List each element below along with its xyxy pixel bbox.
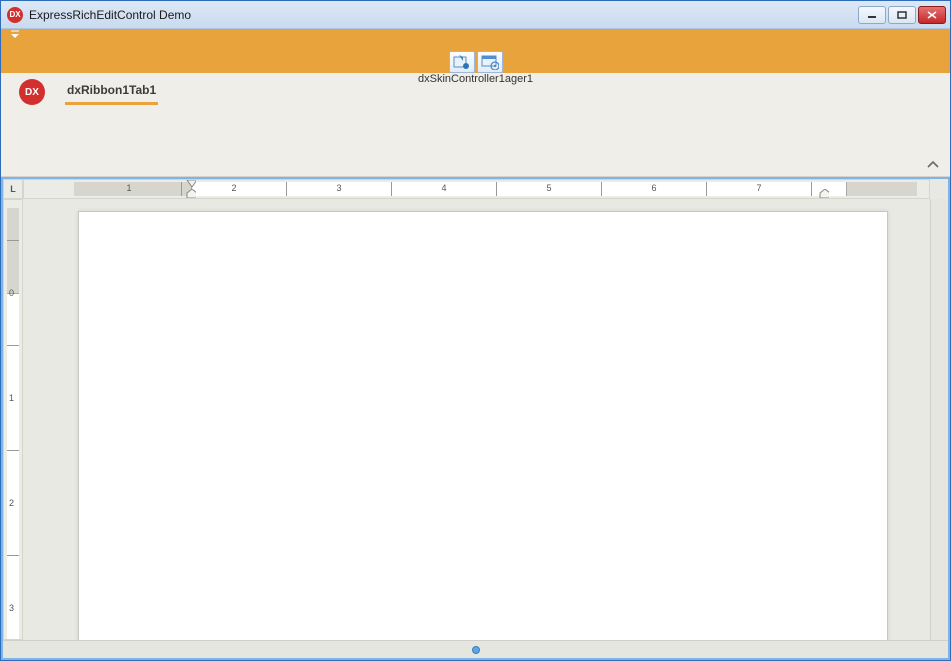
- scroll-thumb-handle[interactable]: [472, 646, 480, 654]
- application-button[interactable]: DX: [19, 79, 45, 105]
- v-ruler-number: 1: [9, 393, 14, 403]
- h-ruler-number: 6: [651, 183, 656, 193]
- document-page[interactable]: [78, 211, 888, 640]
- dropdown-icon: [11, 30, 19, 40]
- v-ruler-number: 3: [9, 603, 14, 613]
- minimize-icon: [867, 11, 877, 19]
- horizontal-scrollbar[interactable]: [3, 640, 948, 658]
- horizontal-ruler[interactable]: 1 2 3 4 5 6 7: [23, 179, 930, 199]
- ribbon-body: DX dxRibbon1Tab1: [1, 73, 950, 177]
- rich-edit-control: L 1 2 3 4 5 6 7: [1, 177, 950, 660]
- h-ruler-number: 4: [441, 183, 446, 193]
- document-viewport[interactable]: [23, 199, 930, 640]
- vertical-scrollbar[interactable]: [930, 199, 948, 640]
- qat-customize-button[interactable]: [11, 30, 21, 43]
- h-ruler-number: 7: [756, 183, 761, 193]
- skin-controller-icon: [453, 54, 471, 70]
- h-ruler-number: 1: [126, 183, 131, 193]
- window-controls: [858, 6, 946, 24]
- skin-controller-component[interactable]: [449, 51, 475, 73]
- minimize-button[interactable]: [858, 6, 886, 24]
- vertical-ruler[interactable]: 0 1 2 3: [3, 199, 23, 640]
- quick-access-toolbar: [1, 29, 950, 43]
- bar-manager-icon: [481, 54, 499, 70]
- h-ruler-scale: 1 2 3 4 5 6 7: [74, 182, 917, 196]
- v-ruler-number: 0: [9, 288, 14, 298]
- v-ruler-scale: 0 1 2 3: [7, 208, 19, 639]
- app-window: DX ExpressRichEditControl Demo: [0, 0, 951, 661]
- ribbon-tab-1[interactable]: dxRibbon1Tab1: [65, 79, 158, 103]
- close-icon: [927, 11, 937, 19]
- v-ruler-number: 2: [9, 498, 14, 508]
- chevron-up-icon: [926, 158, 940, 170]
- ribbon-strip: dxSkinController1ager1: [1, 43, 950, 73]
- h-ruler-number: 2: [231, 183, 236, 193]
- right-indent-marker[interactable]: [819, 189, 829, 199]
- left-indent-marker[interactable]: [186, 189, 196, 199]
- bar-manager-component[interactable]: [477, 51, 503, 73]
- h-ruler-number: 5: [546, 183, 551, 193]
- maximize-button[interactable]: [888, 6, 916, 24]
- first-line-indent-marker[interactable]: [186, 179, 196, 189]
- ribbon-collapse-button[interactable]: [926, 158, 942, 172]
- h-ruler-number: 3: [336, 183, 341, 193]
- maximize-icon: [897, 11, 907, 19]
- window-title: ExpressRichEditControl Demo: [29, 8, 191, 22]
- app-icon: DX: [7, 7, 23, 23]
- component-tray: [449, 51, 503, 73]
- titlebar: DX ExpressRichEditControl Demo: [1, 1, 950, 29]
- tab-stop-selector[interactable]: L: [3, 179, 23, 199]
- close-button[interactable]: [918, 6, 946, 24]
- component-tray-label: dxSkinController1ager1: [412, 73, 539, 87]
